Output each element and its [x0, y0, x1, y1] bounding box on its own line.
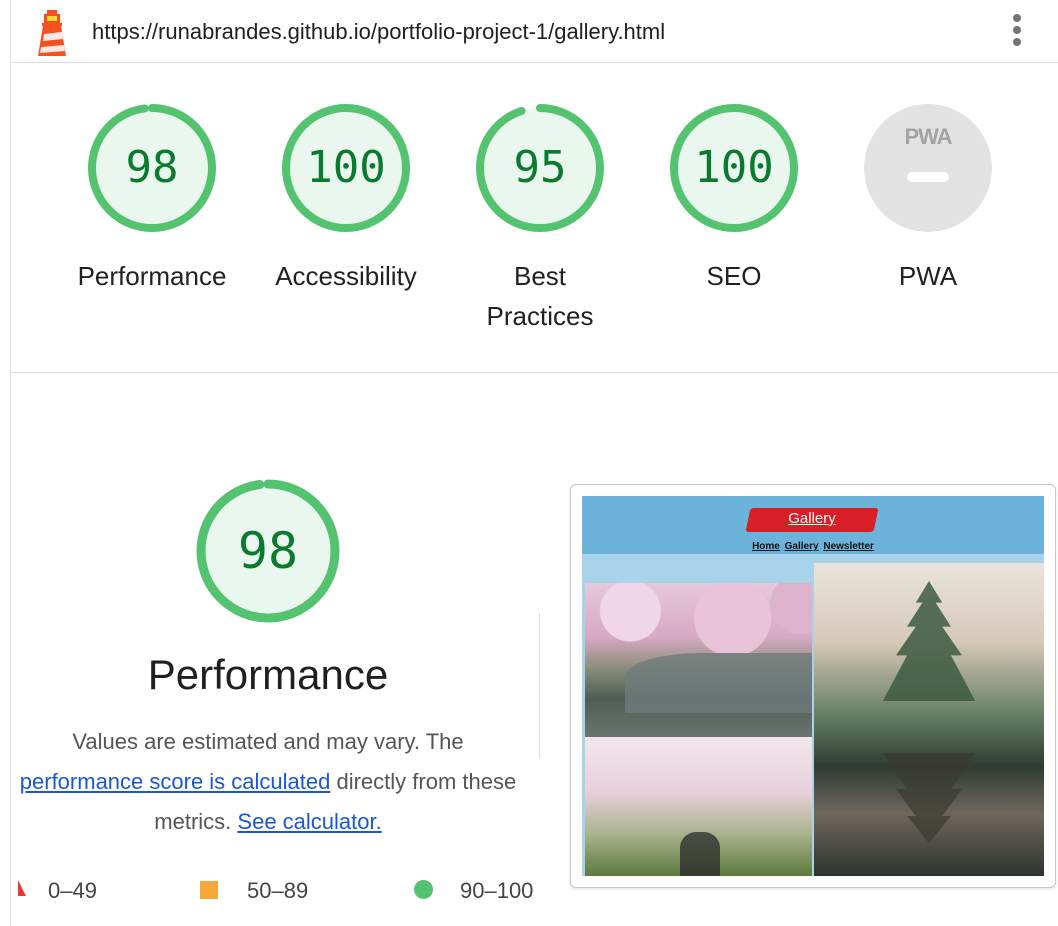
gauge-best-practices[interactable]: 95 Best Practices: [435, 102, 645, 336]
thumb-site-nav: Home Gallery Newsletter: [582, 541, 1044, 552]
legend-range: 50–89: [247, 878, 309, 903]
pwa-dash-icon: [907, 172, 949, 182]
score-ring: 100: [280, 102, 412, 234]
gauge-seo[interactable]: 100 SEO: [629, 102, 839, 296]
legend-range: 0–49: [48, 878, 97, 903]
score-calculated-link[interactable]: performance score is calculated: [20, 769, 331, 794]
pass-circle-icon: [414, 880, 433, 899]
category-gauges: 98 Performance 100 Accessibility 95 Best…: [11, 62, 1058, 373]
gauge-score: 100: [306, 142, 386, 193]
more-vert-icon[interactable]: [1007, 14, 1027, 50]
page-url[interactable]: https://runabrandes.github.io/portfolio-…: [92, 19, 665, 45]
castle-reflection-photo: [814, 563, 1044, 876]
legend-pass: 90–100: [412, 874, 562, 906]
average-square-icon: [200, 881, 218, 899]
gauge-label: SEO: [706, 261, 762, 291]
section-divider: [539, 613, 540, 758]
gauge-score: 95: [513, 142, 567, 193]
gauge-label: Accessibility: [275, 261, 417, 291]
report-header: https://runabrandes.github.io/portfolio-…: [11, 0, 1058, 63]
gauge-score: 100: [694, 142, 774, 193]
gauge-score: 98: [125, 142, 179, 193]
see-calculator-link[interactable]: See calculator.: [237, 809, 381, 834]
performance-gauge-large: 98: [195, 478, 341, 624]
cherry-blossom-river-photo: [585, 583, 812, 737]
screenshot-image: Gallery Home Gallery Newsletter: [582, 496, 1044, 876]
performance-description: Values are estimated and may vary. The p…: [14, 722, 522, 842]
thumb-site-header: Gallery Home Gallery Newsletter: [582, 496, 1044, 554]
thumb-nav-gallery: Gallery: [784, 541, 819, 552]
thumb-nav-home: Home: [752, 541, 780, 552]
gauge-accessibility[interactable]: 100 Accessibility: [241, 102, 451, 296]
final-screenshot[interactable]: Gallery Home Gallery Newsletter: [570, 484, 1056, 888]
lighthouse-icon: [38, 10, 66, 56]
legend-average: 50–89: [198, 874, 348, 906]
score-ring: 100: [668, 102, 800, 234]
legend-fail: 0–49: [0, 874, 150, 906]
performance-score: 98: [237, 522, 299, 580]
gauge-performance[interactable]: 98 Performance: [47, 102, 257, 296]
gauge-label: PWA: [898, 261, 958, 291]
pwa-badge-text: PWA: [904, 124, 952, 149]
legend-range: 90–100: [460, 878, 534, 903]
thumb-nav-newsletter: Newsletter: [823, 541, 874, 552]
thumb-site-title: Gallery: [788, 510, 836, 527]
score-ring: 98: [86, 102, 218, 234]
pwa-badge: PWA: [862, 102, 994, 234]
performance-title: Performance: [147, 651, 389, 698]
desc-text-1: Values are estimated and may vary. The: [72, 729, 464, 754]
cherry-blossom-path-photo: [585, 737, 812, 876]
score-ring: 95: [474, 102, 606, 234]
gauge-pwa[interactable]: PWA PWA: [823, 102, 1033, 296]
gauge-label: Best Practices: [486, 261, 594, 331]
gauge-label: Performance: [77, 261, 227, 291]
